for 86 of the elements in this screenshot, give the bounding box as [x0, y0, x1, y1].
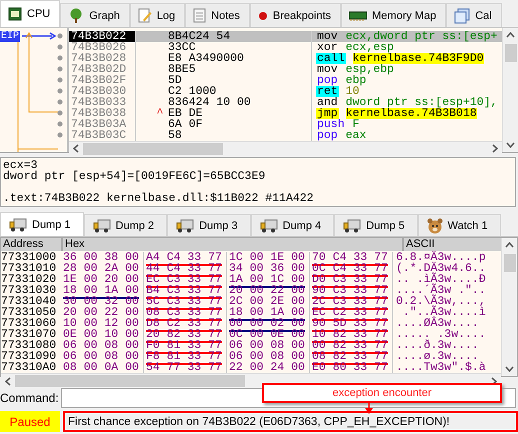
ascii-cell-text: 6.8.¤Ä3w....p	[395, 252, 486, 263]
address-cell-text: 77331080	[1, 340, 58, 351]
hex-cell-text: 1C 00 1E 00	[229, 251, 305, 264]
hex-cell-text: 34 00 36 00	[229, 262, 305, 275]
address-cell-text: 77331000	[1, 252, 58, 263]
eip-label: EIP	[0, 31, 20, 42]
ascii-cell-text: ....Tw3w".$.à	[395, 362, 486, 373]
bytes-cell: EB DE	[168, 108, 203, 118]
address-cell-text: 77331090	[1, 351, 58, 362]
bytes-cell: C2 1000	[168, 86, 216, 96]
hex-cell-text: 2C 00 2E 00	[229, 295, 305, 308]
address-cell: 74B3B026	[69, 42, 136, 52]
address-cell: 74B3B02D	[69, 64, 136, 74]
hex-cell: 08 00 0A 00	[63, 361, 139, 376]
bytes-cell: 5D	[168, 74, 182, 86]
mnemonic-cell: mov	[316, 64, 339, 74]
address-cell-text: 77331050	[1, 307, 58, 318]
status-state: Paused	[0, 411, 60, 432]
ascii-cell-text: .. .ìÃ3w....Ð	[395, 274, 486, 285]
hex-cell-text: 06 00 08 00	[63, 339, 139, 352]
operands-cell: esp,ebp	[346, 64, 394, 74]
mnemonic-cell: push	[316, 118, 346, 130]
column-header: Address	[1, 238, 63, 251]
column-header: ASCII	[405, 238, 436, 250]
operands-cell: 10	[346, 86, 360, 96]
hex-cell-text: 06 00 08 00	[229, 339, 305, 352]
ascii-cell-text: ....ð.3w....	[395, 340, 479, 351]
hex-cell-text: 0E 00 10 00	[63, 328, 139, 341]
mnemonic-cell: pop	[316, 130, 339, 140]
address-cell-text: 77331060	[1, 318, 58, 329]
hex-cell-text: 06 00 08 00	[63, 350, 139, 363]
hex-cell-text: 1E 00 20 00	[63, 273, 139, 286]
address-cell-text: 77331040	[1, 296, 58, 307]
operands-cell: ecx,dword ptr ss:[esp+	[346, 30, 498, 42]
command-label: Command:	[0, 391, 59, 405]
column-header: Hex	[63, 238, 404, 251]
ascii-cell-text: ....ØÂ3w....	[395, 318, 479, 329]
address-cell: 74B3B030	[69, 86, 136, 96]
address-cell: 74B3B028	[69, 52, 136, 64]
ascii-cell-text: ..... .3w....	[395, 329, 486, 340]
ascii-cell-text: ....ø.3w....	[395, 351, 479, 362]
ascii-cell-text: (.*.DÄ3w4.6..	[395, 263, 486, 274]
address-cell-text: 77331020	[1, 274, 58, 285]
mnemonic-cell: mov	[316, 30, 339, 42]
operands-cell: kernelbase.74B3B018	[346, 108, 477, 118]
address-cell: 74B3B033	[69, 96, 136, 108]
operands-cell: F	[352, 118, 360, 130]
info-line: .text:74B3B022 kernelbase.dll:$11B022 #11A422	[3, 193, 315, 204]
hex-cell-text: 36 00 38 00	[63, 251, 139, 264]
bytes-cell: 58	[168, 130, 182, 140]
info-line: ecx=3	[3, 160, 39, 171]
hex-cell-text: 10 00 12 00	[63, 317, 139, 330]
address-cell-text: 773310A0	[1, 362, 58, 373]
jump-up-mark: ^	[156, 108, 164, 118]
operands-cell: ecx,esp	[346, 42, 394, 52]
bytes-cell: 6A 0F	[168, 118, 203, 130]
hex-cell: 22 00 24 00	[229, 361, 305, 376]
address-cell-text: 77331030	[1, 285, 58, 296]
mnemonic-cell: jmp	[316, 108, 339, 118]
hex-cell-text: 06 00 08 00	[229, 350, 305, 363]
operands-cell: eax	[346, 130, 366, 140]
address-cell: 74B3B03A	[69, 118, 136, 130]
address-cell-text: 77331070	[1, 329, 58, 340]
address-cell: 74B3B038	[69, 108, 136, 118]
operands-cell: ebp	[346, 74, 366, 86]
address-cell: 74B3B022	[69, 30, 136, 42]
bytes-cell: 33CC	[168, 42, 196, 52]
operands-cell: kernelbase.74B3F9D0	[352, 52, 484, 64]
bytes-cell: E8 A3490000	[168, 52, 244, 64]
hex-cell-text: 28 00 2A 00	[63, 262, 139, 275]
mnemonic-cell: and	[316, 96, 339, 108]
status-message: First chance exception on 74B3B022 (E06D7363, CPP_EH_EXCEPTION)!	[63, 411, 518, 432]
hex-cell-text: 20 00 22 00	[63, 306, 139, 319]
mnemonic-cell: call	[316, 52, 346, 64]
bytes-cell: 8B4C24 54	[168, 30, 230, 42]
info-line: dword ptr [esp+54]=[0019FE6C]=65BCC3E9	[3, 171, 266, 182]
annotation-tooltip: exception encounter	[262, 383, 502, 403]
mnemonic-cell: pop	[316, 74, 339, 86]
bytes-cell: 8BE5	[168, 64, 196, 74]
operands-cell: dword ptr ss:[esp+10],	[346, 96, 498, 108]
mnemonic-cell: ret	[316, 86, 339, 96]
ascii-cell-text: ."..Ã3w....ì	[402, 307, 486, 318]
address-cell-text: 77331010	[1, 263, 58, 274]
mnemonic-cell: xor	[316, 42, 339, 52]
bytes-cell: 836424 10 00	[168, 96, 251, 108]
address-cell: 74B3B02F	[69, 74, 136, 86]
